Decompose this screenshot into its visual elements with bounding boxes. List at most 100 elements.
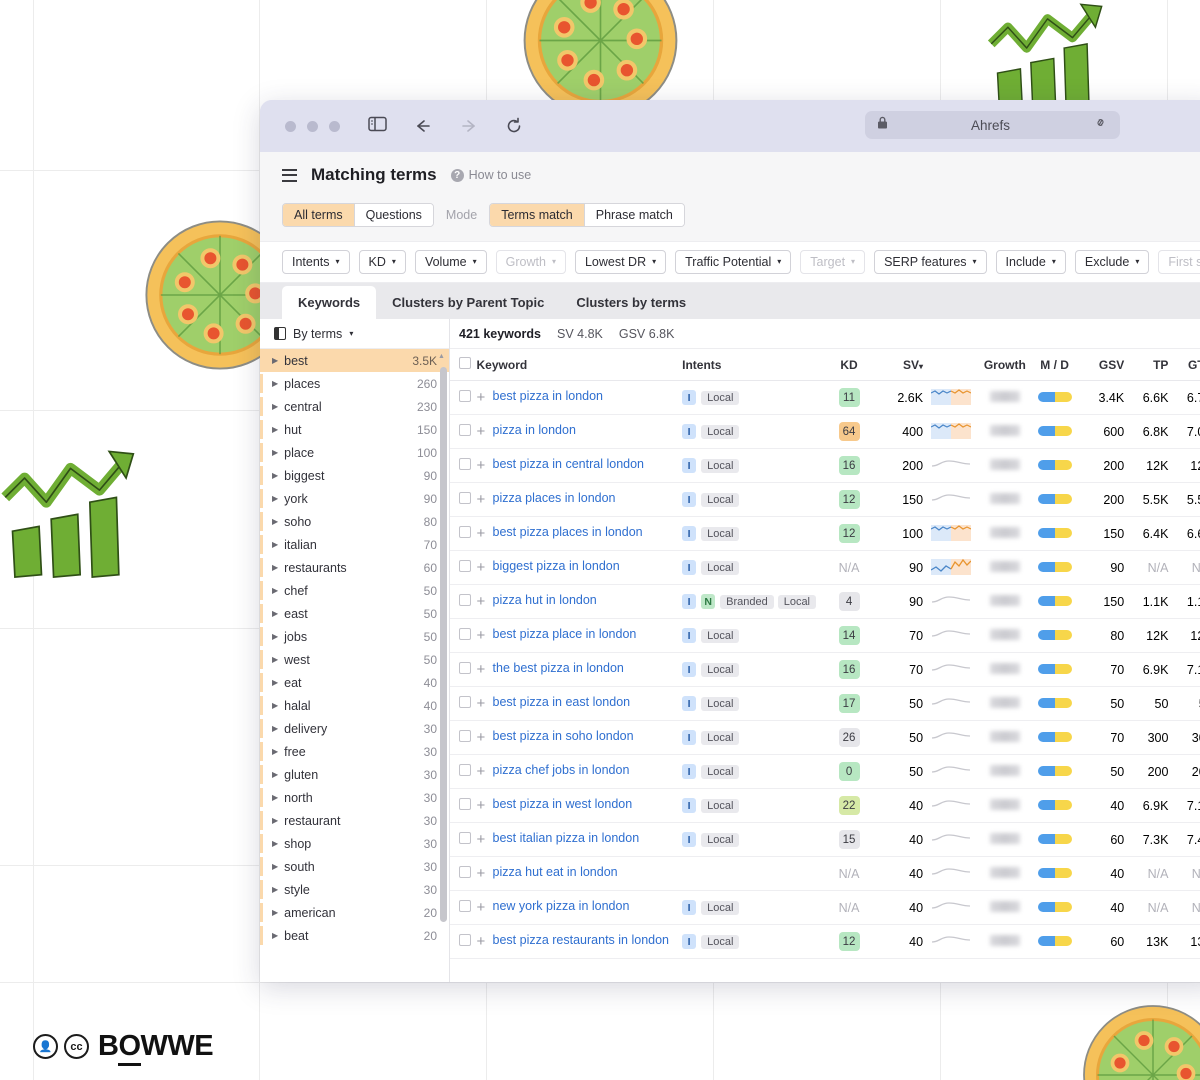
- expand-arrow-icon[interactable]: ▶: [272, 609, 278, 618]
- column-header-growth[interactable]: Growth: [978, 349, 1032, 381]
- term-item-south[interactable]: ▶ south 30: [260, 855, 449, 878]
- row-checkbox[interactable]: [459, 866, 471, 878]
- keyword-link[interactable]: best pizza place in london: [493, 627, 637, 643]
- sidebar-toggle-icon[interactable]: [368, 116, 387, 137]
- column-header-gtp[interactable]: GTP: [1168, 349, 1200, 381]
- keyword-link[interactable]: best pizza restaurants in london: [493, 933, 670, 949]
- filter-kd[interactable]: KD ▾: [358, 250, 406, 274]
- add-keyword-icon[interactable]: +: [477, 491, 487, 508]
- row-checkbox[interactable]: [459, 696, 471, 708]
- add-keyword-icon[interactable]: +: [477, 661, 487, 678]
- filter-serp-features[interactable]: SERP features ▾: [874, 250, 987, 274]
- table-row[interactable]: + best pizza restaurants in london I Local 1…: [450, 924, 1200, 959]
- expand-arrow-icon[interactable]: ▶: [272, 931, 278, 940]
- row-checkbox[interactable]: [459, 798, 471, 810]
- expand-arrow-icon[interactable]: ▶: [272, 885, 278, 894]
- expand-arrow-icon[interactable]: ▶: [272, 770, 278, 779]
- term-item-style[interactable]: ▶ style 30: [260, 878, 449, 901]
- expand-arrow-icon[interactable]: ▶: [272, 747, 278, 756]
- table-row[interactable]: + the best pizza in london I Local 16 70 70 6.9…: [450, 652, 1200, 687]
- add-keyword-icon[interactable]: +: [477, 763, 487, 780]
- segment-phrase-match[interactable]: Phrase match: [584, 204, 684, 226]
- keyword-link[interactable]: pizza places in london: [493, 491, 616, 507]
- table-row[interactable]: + new york pizza in london I Local N/A 40 40 N/…: [450, 890, 1200, 925]
- keyword-link[interactable]: best pizza in east london: [493, 695, 631, 711]
- table-row[interactable]: + best pizza places in london I Local 12 100 1…: [450, 516, 1200, 551]
- table-row[interactable]: + biggest pizza in london I Local N/A 90 90 N/A…: [450, 550, 1200, 585]
- expand-arrow-icon[interactable]: ▶: [272, 816, 278, 825]
- row-checkbox[interactable]: [459, 458, 471, 470]
- expand-arrow-icon[interactable]: ▶: [272, 517, 278, 526]
- filter-traffic-potential[interactable]: Traffic Potential ▾: [675, 250, 792, 274]
- term-item-north[interactable]: ▶ north 30: [260, 786, 449, 809]
- keyword-link[interactable]: pizza hut in london: [493, 593, 597, 609]
- add-keyword-icon[interactable]: +: [477, 729, 487, 746]
- how-to-use-link[interactable]: ? How to use: [450, 168, 531, 182]
- add-keyword-icon[interactable]: +: [477, 593, 487, 610]
- back-button[interactable]: [413, 118, 433, 134]
- tab-keywords[interactable]: Keywords: [282, 286, 377, 319]
- expand-arrow-icon[interactable]: ▶: [272, 908, 278, 917]
- select-all-checkbox[interactable]: [459, 357, 471, 369]
- table-row[interactable]: +pizza hut eat in londonN/A4040N/AN/AN/A…: [450, 856, 1200, 891]
- filter-intents[interactable]: Intents ▾: [282, 250, 350, 274]
- address-bar[interactable]: Ahrefs: [865, 111, 1120, 139]
- expand-arrow-icon[interactable]: ▶: [272, 494, 278, 503]
- term-item-central[interactable]: ▶ central 230: [260, 395, 449, 418]
- column-header-intents[interactable]: Intents: [682, 349, 824, 381]
- column-header-md[interactable]: M / D: [1031, 349, 1078, 381]
- expand-arrow-icon[interactable]: ▶: [272, 793, 278, 802]
- term-item-east[interactable]: ▶ east 50: [260, 602, 449, 625]
- expand-arrow-icon[interactable]: ▶: [272, 862, 278, 871]
- add-keyword-icon[interactable]: +: [477, 423, 487, 440]
- tab-clusters-by-parent-topic[interactable]: Clusters by Parent Topic: [376, 286, 560, 319]
- select-all-header[interactable]: [450, 349, 477, 381]
- row-checkbox[interactable]: [459, 662, 471, 674]
- term-item-halal[interactable]: ▶ halal 40: [260, 694, 449, 717]
- term-item-restaurants[interactable]: ▶ restaurants 60: [260, 556, 449, 579]
- add-keyword-icon[interactable]: +: [477, 933, 487, 950]
- term-item-gluten[interactable]: ▶ gluten 30: [260, 763, 449, 786]
- maximize-window-button[interactable]: [329, 120, 340, 132]
- segment-all-terms[interactable]: All terms: [283, 204, 355, 226]
- row-checkbox[interactable]: [459, 594, 471, 606]
- link-icon[interactable]: [1093, 116, 1108, 134]
- row-checkbox[interactable]: [459, 934, 471, 946]
- expand-arrow-icon[interactable]: ▶: [272, 586, 278, 595]
- term-item-best[interactable]: ▶ best 3.5K: [260, 349, 449, 372]
- close-window-button[interactable]: [285, 120, 296, 132]
- add-keyword-icon[interactable]: +: [477, 797, 487, 814]
- term-item-free[interactable]: ▶ free 30: [260, 740, 449, 763]
- expand-arrow-icon[interactable]: ▶: [272, 356, 278, 365]
- expand-arrow-icon[interactable]: ▶: [272, 379, 278, 388]
- table-row[interactable]: + best italian pizza in london I Local 15 40 6…: [450, 822, 1200, 857]
- row-checkbox[interactable]: [459, 900, 471, 912]
- tab-clusters-by-terms[interactable]: Clusters by terms: [560, 286, 702, 319]
- term-item-york[interactable]: ▶ york 90: [260, 487, 449, 510]
- terms-scrollbar[interactable]: ▲: [438, 353, 447, 982]
- keyword-link[interactable]: best pizza in soho london: [493, 729, 634, 745]
- keyword-link[interactable]: new york pizza in london: [493, 899, 630, 915]
- add-keyword-icon[interactable]: +: [477, 831, 487, 848]
- term-item-jobs[interactable]: ▶ jobs 50: [260, 625, 449, 648]
- term-item-delivery[interactable]: ▶ delivery 30: [260, 717, 449, 740]
- expand-arrow-icon[interactable]: ▶: [272, 632, 278, 641]
- keyword-link[interactable]: best pizza in london: [493, 389, 604, 405]
- reload-button[interactable]: [505, 117, 523, 135]
- column-header-sv[interactable]: SV▾: [874, 349, 924, 381]
- table-row[interactable]: +pizza in londonILocal644006006.8K7.0K$0…: [450, 414, 1200, 449]
- add-keyword-icon[interactable]: +: [477, 559, 487, 576]
- row-checkbox[interactable]: [459, 390, 471, 402]
- expand-arrow-icon[interactable]: ▶: [272, 701, 278, 710]
- keyword-link[interactable]: pizza hut eat in london: [493, 865, 618, 881]
- term-item-italian[interactable]: ▶ italian 70: [260, 533, 449, 556]
- filter-include[interactable]: Include ▾: [995, 250, 1066, 274]
- forward-button[interactable]: [459, 118, 479, 134]
- table-row[interactable]: + best pizza in east london I Local 17 50 50 50…: [450, 686, 1200, 721]
- keyword-link[interactable]: best pizza in west london: [493, 797, 633, 813]
- minimize-window-button[interactable]: [307, 120, 318, 132]
- term-item-place[interactable]: ▶ place 100: [260, 441, 449, 464]
- expand-arrow-icon[interactable]: ▶: [272, 678, 278, 687]
- expand-arrow-icon[interactable]: ▶: [272, 425, 278, 434]
- row-checkbox[interactable]: [459, 424, 471, 436]
